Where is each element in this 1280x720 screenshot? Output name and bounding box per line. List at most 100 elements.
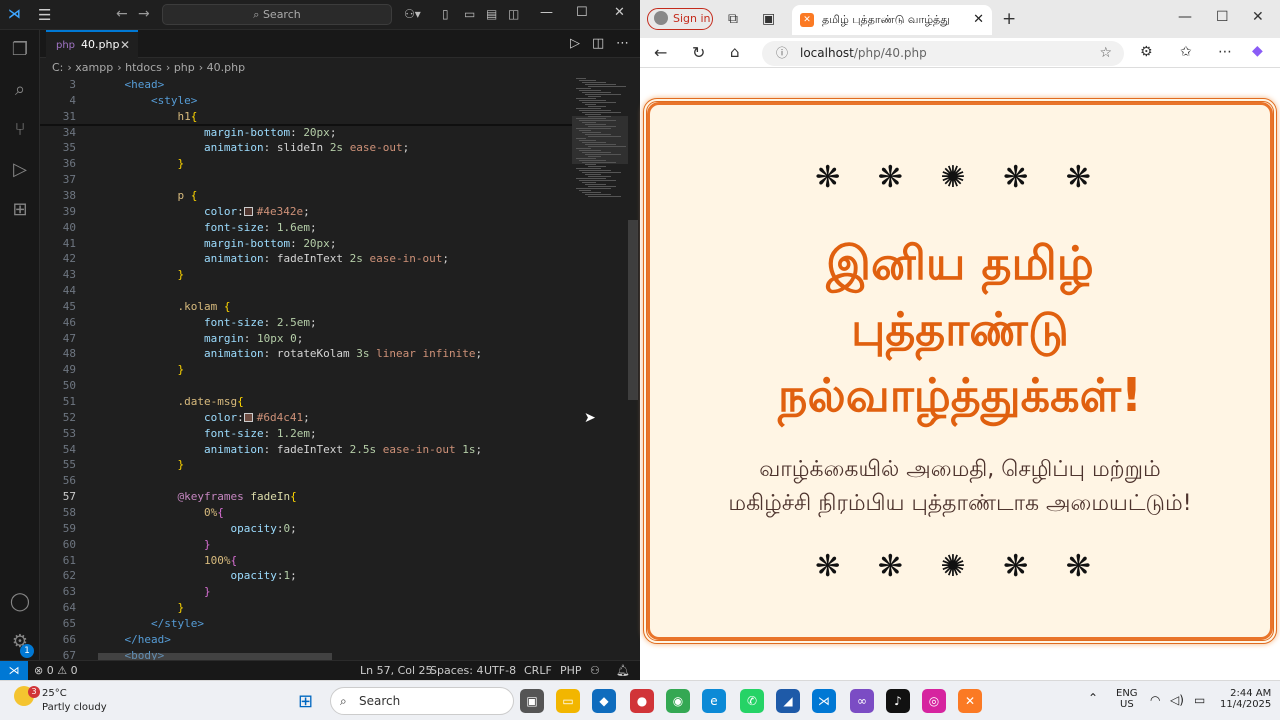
copilot-status-icon[interactable]: ⚇ <box>590 664 600 677</box>
task-view-icon[interactable]: ▣ <box>520 689 544 713</box>
forward-arrow-icon[interactable]: → <box>138 6 150 22</box>
indent-spaces[interactable]: Spaces: 4 <box>430 664 483 677</box>
code-line[interactable]: .kolam { <box>98 300 230 313</box>
vscode-icon[interactable]: ⋊ <box>812 689 836 713</box>
code-line[interactable]: @keyframes fadeIn{ <box>98 490 296 503</box>
breadcrumb-item[interactable]: php <box>174 61 195 74</box>
browser-tab-active[interactable]: ✕ தமிழ் புத்தாண்டு வாழ்த்து ✕ <box>792 5 992 35</box>
layout-panel-icon[interactable]: ▭ <box>464 7 475 21</box>
maximize-icon[interactable]: ☐ <box>1216 9 1229 25</box>
site-info-icon[interactable]: ⓘ <box>776 41 788 66</box>
code-line[interactable]: animation: slideIn 2s ease-out; <box>98 141 409 154</box>
code-line[interactable]: font-size: 1.6em; <box>98 221 317 234</box>
app-icon[interactable]: ● <box>630 689 654 713</box>
language-indicator[interactable]: ENG US <box>1116 688 1138 710</box>
code-line[interactable]: 100%{ <box>98 554 237 567</box>
sign-in-button[interactable]: Sign in <box>647 8 713 30</box>
tab-close-icon[interactable]: ✕ <box>120 32 130 58</box>
breadcrumb-item[interactable]: htdocs <box>125 61 162 74</box>
code-line[interactable]: animation: fadeInText 2s ease-in-out; <box>98 252 449 265</box>
whatsapp-icon[interactable]: ✆ <box>740 689 764 713</box>
problems-indicator[interactable]: ⊗ 0 ⚠ 0 <box>34 664 78 677</box>
close-icon[interactable]: ✕ <box>1252 9 1264 25</box>
code-line[interactable]: margin: 10px 0; <box>98 332 303 345</box>
cursor-position[interactable]: Ln 57, Col 25 <box>360 664 433 677</box>
line-ending[interactable]: CRLF <box>524 664 552 677</box>
code-line[interactable]: margin-bottom: 20px; <box>98 237 336 250</box>
command-search[interactable]: ⌕ Search <box>162 4 392 25</box>
visual-studio-icon[interactable]: ∞ <box>850 689 874 713</box>
code-line[interactable]: <head> <box>98 78 165 91</box>
clock[interactable]: 2:44 AM 11/4/2025 <box>1220 688 1271 710</box>
more-menu-icon[interactable]: ⋯ <box>1218 44 1232 60</box>
layout-bottom-icon[interactable]: ▤ <box>486 7 497 21</box>
tiktok-icon[interactable]: ♪ <box>886 689 910 713</box>
code-line[interactable]: color: #6d4c41; <box>98 411 310 424</box>
code-line[interactable]: margin-bottom: 20px; <box>98 126 336 139</box>
favorite-star-icon[interactable]: ☆ <box>1099 41 1112 66</box>
tab-40-php[interactable]: php 40.php ✕ <box>46 30 138 58</box>
account-icon[interactable]: ◯ <box>8 590 32 614</box>
back-arrow-icon[interactable]: ← <box>654 43 667 62</box>
run-debug-icon[interactable]: ▷ <box>8 158 32 182</box>
home-icon[interactable]: ⌂ <box>730 43 740 61</box>
code-line[interactable]: } <box>98 268 184 281</box>
code-line[interactable]: .date-msg{ <box>98 395 243 408</box>
refresh-icon[interactable]: ↻ <box>692 43 705 62</box>
code-line[interactable]: } <box>98 585 211 598</box>
code-line[interactable]: </head> <box>98 633 171 646</box>
language-mode[interactable]: PHP <box>560 664 582 677</box>
minimap[interactable] <box>572 76 628 656</box>
taskbar-search[interactable]: ⌕ Search <box>330 687 514 715</box>
breadcrumb-item[interactable]: xampp <box>75 61 113 74</box>
remote-icon[interactable]: ⋊ <box>0 661 28 681</box>
instagram-icon[interactable]: ◎ <box>922 689 946 713</box>
workspaces-icon[interactable]: ⧉ <box>728 11 738 27</box>
menu-icon[interactable]: ☰ <box>38 6 51 24</box>
code-line[interactable]: animation: fadeInText 2.5s ease-in-out 1… <box>98 443 482 456</box>
search-icon[interactable]: ⌕ <box>8 78 32 102</box>
volume-icon[interactable]: ◁) <box>1170 693 1184 707</box>
explorer-icon[interactable]: ❐ <box>8 38 32 62</box>
extensions-icon[interactable]: ⚙ <box>1140 44 1153 60</box>
code-line[interactable]: animation: rotateKolam 3s linear infinit… <box>98 347 482 360</box>
code-line[interactable]: opacity:1; <box>98 569 296 582</box>
code-line[interactable]: h1{ <box>98 110 197 123</box>
breadcrumb-item[interactable]: 40.php <box>207 61 245 74</box>
breadcrumb-item[interactable]: C: <box>52 61 63 74</box>
favorites-icon[interactable]: ✩ <box>1180 44 1192 60</box>
more-actions-icon[interactable]: ⋯ <box>616 36 629 51</box>
source-control-icon[interactable]: ⑂ <box>8 118 32 142</box>
file-explorer-icon[interactable]: ▭ <box>556 689 580 713</box>
code-line[interactable]: opacity:0; <box>98 522 296 535</box>
layout-sidebar-icon[interactable]: ▯ <box>442 7 449 21</box>
code-line[interactable]: </style> <box>98 617 204 630</box>
notifications-icon[interactable]: 🔔︎ <box>616 664 630 677</box>
run-icon[interactable]: ▷ <box>570 36 580 51</box>
split-editor-icon[interactable]: ◫ <box>592 36 604 51</box>
layout-right-icon[interactable]: ◫ <box>508 7 519 21</box>
store-icon[interactable]: ◆ <box>592 689 616 713</box>
copilot-icon[interactable]: ⚇▾ <box>404 7 421 21</box>
code-line[interactable]: } <box>98 363 184 376</box>
minimize-icon[interactable]: — <box>1178 9 1192 25</box>
battery-icon[interactable]: ▭ <box>1194 693 1205 707</box>
code-line[interactable]: } <box>98 157 184 170</box>
address-bar[interactable]: ⓘ localhost/php/40.php ☆ <box>762 41 1124 66</box>
edge-icon[interactable]: e <box>702 689 726 713</box>
tray-chevron-icon[interactable]: ⌃ <box>1088 691 1098 705</box>
minimize-icon[interactable]: — <box>540 5 553 20</box>
code-line[interactable]: p { <box>98 189 197 202</box>
code-line[interactable]: <style> <box>98 94 197 107</box>
code-line[interactable]: } <box>98 538 211 551</box>
code-editor[interactable]: 3 <head> 4 <style> 31 h1{34 margin-bottom:… <box>40 76 572 662</box>
encoding[interactable]: UTF-8 <box>484 664 516 677</box>
wifi-icon[interactable]: ◠ <box>1150 693 1160 707</box>
start-button-icon[interactable]: ⊞ <box>298 691 313 712</box>
close-icon[interactable]: ✕ <box>614 5 625 20</box>
code-line[interactable]: } <box>98 601 184 614</box>
code-line[interactable]: 0%{ <box>98 506 224 519</box>
maximize-icon[interactable]: ☐ <box>576 5 588 20</box>
mysql-icon[interactable]: ◢ <box>776 689 800 713</box>
code-line[interactable]: } <box>98 458 184 471</box>
